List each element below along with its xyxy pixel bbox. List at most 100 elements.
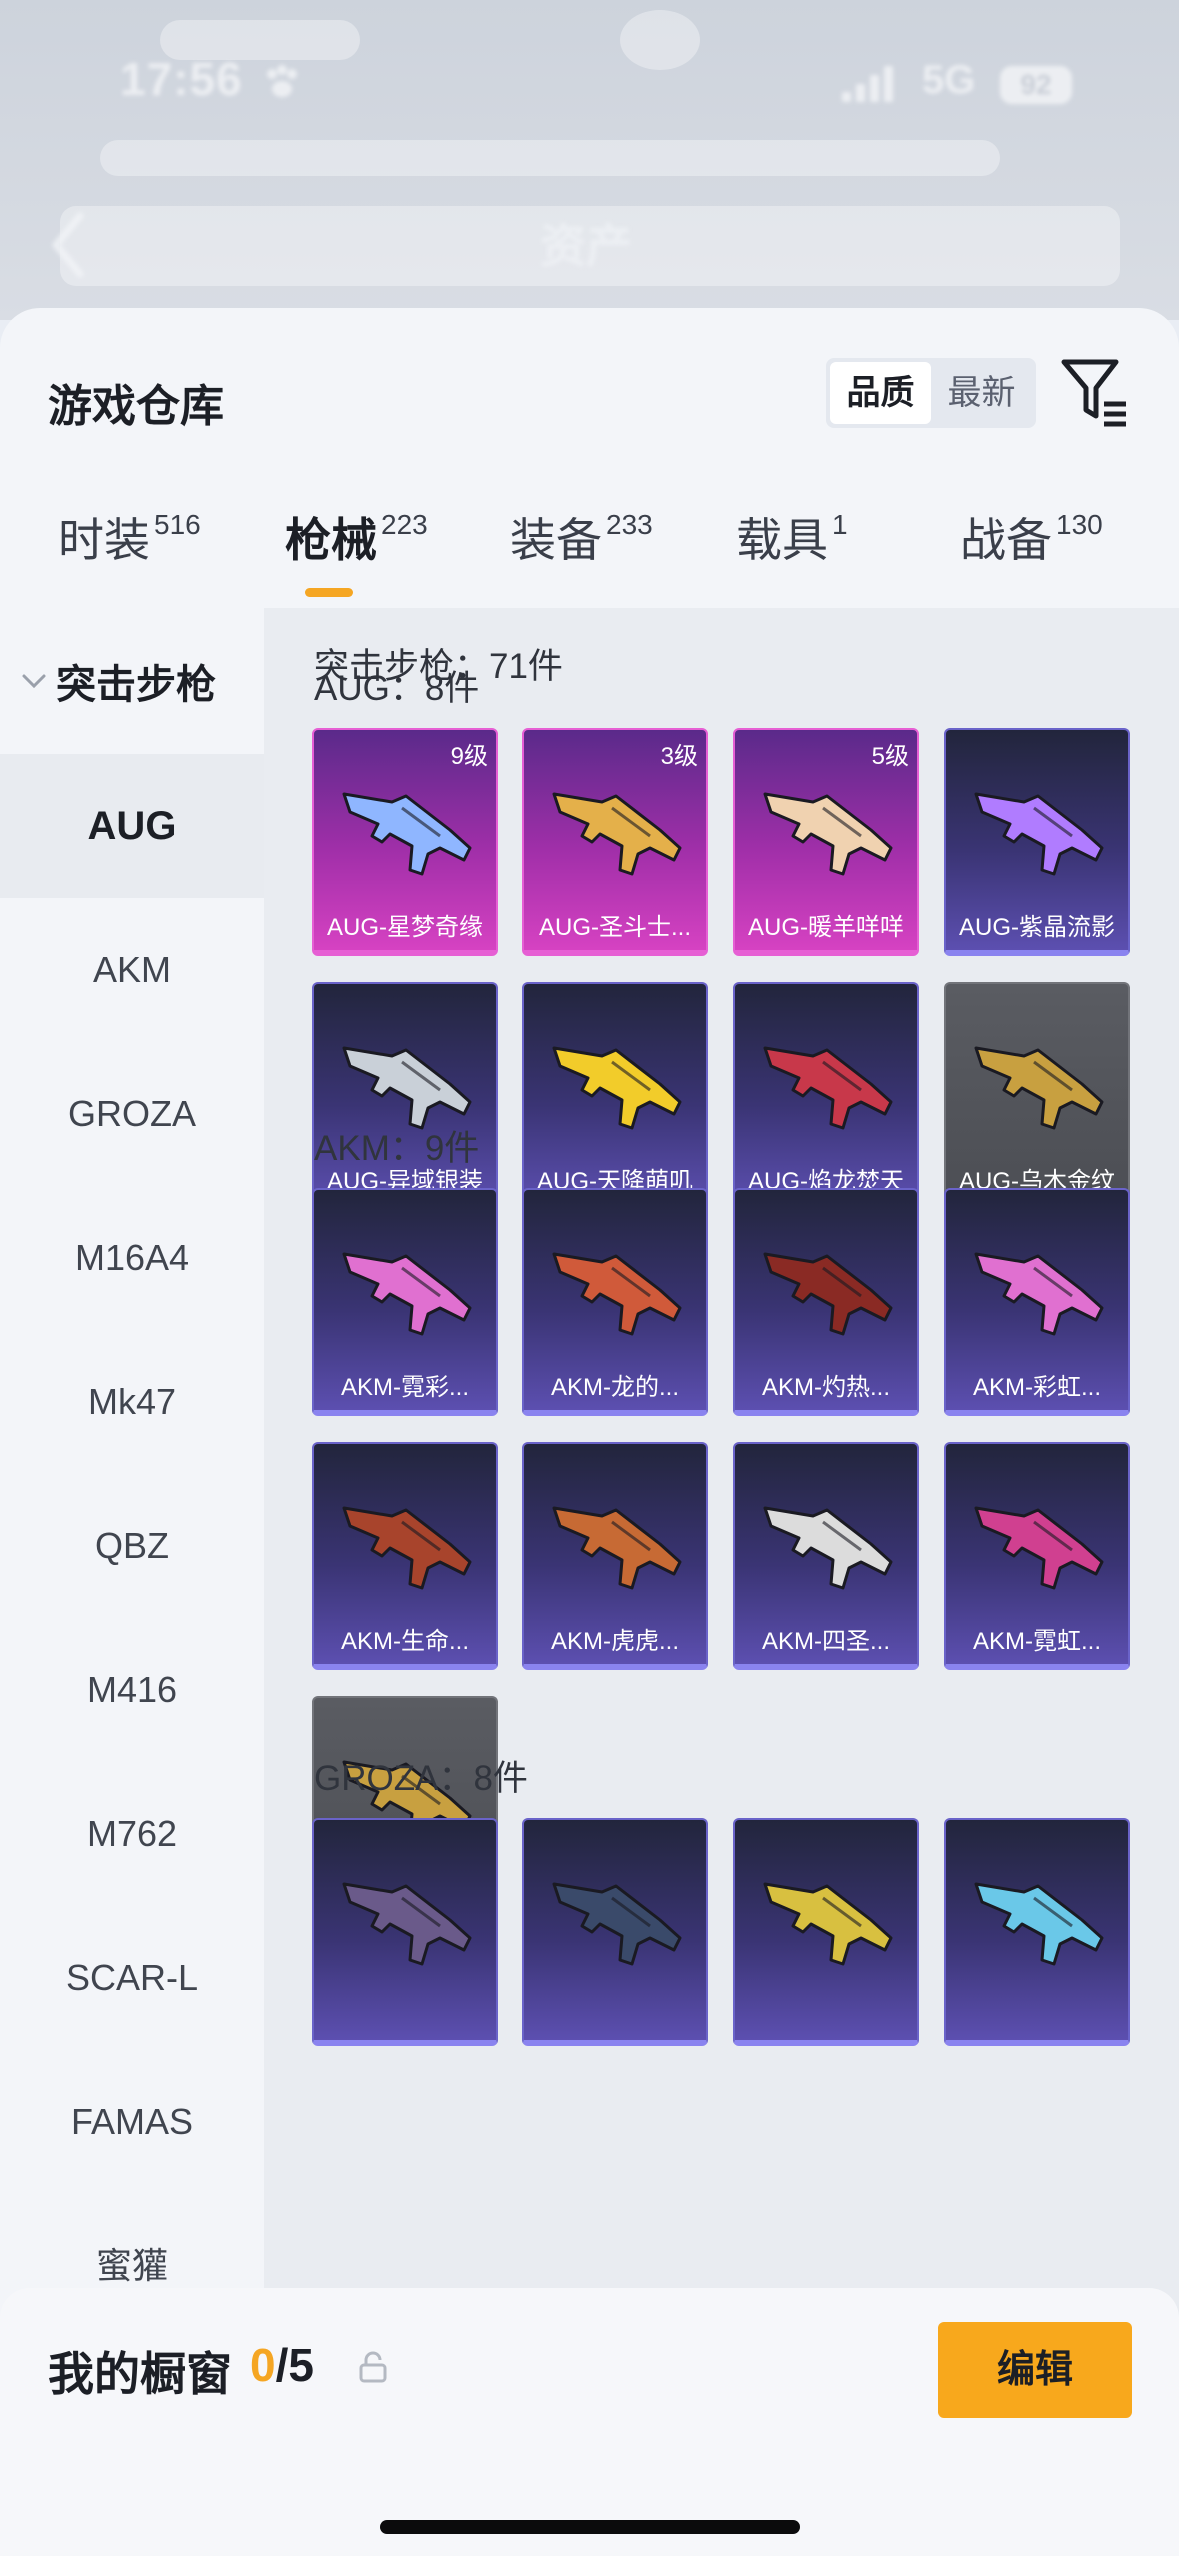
lock-icon <box>359 2351 387 2383</box>
sort-toggle: 品质 最新 <box>826 358 1036 428</box>
tab-count: 130 <box>1056 509 1103 540</box>
skin-card[interactable]: 5级 AUG-暖羊咩咩 <box>733 728 919 956</box>
back-chevron-icon[interactable] <box>48 210 88 280</box>
battery-indicator: 92 <box>1000 66 1072 104</box>
skin-card[interactable]: AKM-灼热... <box>733 1188 919 1416</box>
weapon-skin-icon <box>974 1506 1104 1590</box>
skin-name: AUG-星梦奇缘 <box>327 914 483 941</box>
skin-name: AKM-彩虹... <box>972 1374 1101 1401</box>
weapon-skin-icon <box>552 1046 682 1130</box>
tab-count: 223 <box>381 509 428 540</box>
weapon-sidebar: 突击步枪 AUG AKM GROZA M16A4 Mk47 QBZ M416 M… <box>0 608 264 2556</box>
tab-fashion[interactable]: 时装 516 <box>58 504 201 614</box>
active-tab-indicator <box>305 588 353 597</box>
skin-card[interactable]: AUG-乌木金纹 <box>944 982 1130 1210</box>
tab-firearms[interactable]: 枪械 223 <box>285 504 428 614</box>
sort-newest-option[interactable]: 最新 <box>931 362 1032 424</box>
weapon-skin-icon <box>763 1046 893 1130</box>
skin-card[interactable]: AKM-生命... <box>312 1442 498 1670</box>
skin-name: AKM-虎虎... <box>550 1628 679 1655</box>
showcase-bar: 我的橱窗 0/5 编辑 <box>0 2288 1179 2556</box>
skin-level-badge: 3级 <box>660 743 698 770</box>
sidebar-item-scar-l[interactable]: SCAR-L <box>0 1906 264 2050</box>
sidebar-item-m16a4[interactable]: M16A4 <box>0 1186 264 1330</box>
sidebar-item-akm[interactable]: AKM <box>0 898 264 1042</box>
sidebar-item-qbz[interactable]: QBZ <box>0 1474 264 1618</box>
skin-card[interactable]: AUG-异域银装 <box>312 982 498 1210</box>
sort-quality-option[interactable]: 品质 <box>830 362 931 424</box>
skin-name: AKM-四圣... <box>761 1628 890 1655</box>
skin-name: AKM-霓虹... <box>972 1628 1101 1655</box>
weapon-skin-icon <box>342 792 472 876</box>
tab-vehicles[interactable]: 载具 1 <box>736 504 848 614</box>
skin-card[interactable] <box>312 1818 498 2046</box>
skin-level-badge: 9级 <box>450 743 488 770</box>
sidebar-group-assault-rifles[interactable]: 突击步枪 <box>0 608 264 754</box>
skin-card[interactable] <box>944 1818 1130 2046</box>
skin-card[interactable]: 3级 AUG-圣斗士... <box>522 728 708 956</box>
tab-label: 战备 <box>960 514 1052 566</box>
showcase-label: 我的橱窗 <box>48 2348 232 2400</box>
tab-battle-gear[interactable]: 战备 130 <box>960 504 1103 614</box>
section-title: AUG：8件 <box>314 669 480 708</box>
weapon-skin-icon <box>552 792 682 876</box>
category-tabs: 时装 516 枪械 223 装备 233 载具 1 战备 130 <box>0 504 1179 614</box>
tab-count: 516 <box>154 509 201 540</box>
skin-card[interactable]: AUG-天降萌叽 <box>522 982 708 1210</box>
skin-card[interactable] <box>733 1818 919 2046</box>
home-indicator <box>380 2520 800 2534</box>
section-title: GROZA：8件 <box>314 1759 528 1798</box>
skin-card[interactable]: AKM-霓虹... <box>944 1442 1130 1670</box>
sidebar-item-m416[interactable]: M416 <box>0 1618 264 1762</box>
weapon-skin-icon <box>552 1506 682 1590</box>
network-label: 5G <box>922 58 976 102</box>
weapon-skin-icon <box>974 1046 1104 1130</box>
weapon-skin-icon <box>552 1882 682 1966</box>
warehouse-sheet: 游戏仓库 品质 最新 时装 516 枪械 223 装备 233 载具 1 战备 130 <box>0 308 1179 2556</box>
sidebar-item-famas[interactable]: FAMAS <box>0 2050 264 2194</box>
weapon-skin-icon <box>763 792 893 876</box>
showcase-count-current: 0 <box>250 2339 276 2391</box>
skin-card[interactable]: AUG-焰龙焚天 <box>733 982 919 1210</box>
tab-label: 时装 <box>58 514 150 566</box>
skin-name: AKM-生命... <box>340 1628 469 1655</box>
sidebar-item-aug[interactable]: AUG <box>0 754 264 898</box>
skin-card[interactable]: 9级 AUG-星梦奇缘 <box>312 728 498 956</box>
showcase-count: 0/5 <box>250 2338 314 2392</box>
skin-name: AUG-圣斗士... <box>538 914 691 941</box>
weapon-skin-icon <box>552 1252 682 1336</box>
weapon-skin-icon <box>342 1252 472 1336</box>
skin-card[interactable]: AKM-霓彩... <box>312 1188 498 1416</box>
tab-label: 装备 <box>510 514 602 566</box>
skin-name: AKM-霓彩... <box>340 1374 469 1401</box>
filter-icon[interactable] <box>1060 354 1130 430</box>
status-time: 17:56 <box>120 53 243 105</box>
skin-card[interactable]: AKM-虎虎... <box>522 1442 708 1670</box>
skin-card[interactable]: AKM-龙的... <box>522 1188 708 1416</box>
paw-icon <box>267 65 297 97</box>
tab-equipment[interactable]: 装备 233 <box>510 504 653 614</box>
weapon-skin-icon <box>342 1506 472 1590</box>
sheet-title: 游戏仓库 <box>48 382 224 431</box>
status-bar: 17:56 5G 92 资产 <box>0 0 1179 320</box>
skin-card[interactable]: AKM-彩虹... <box>944 1188 1130 1416</box>
weapon-skin-icon <box>974 1882 1104 1966</box>
weapon-skin-icon <box>763 1252 893 1336</box>
showcase-count-total: /5 <box>275 2339 314 2391</box>
skin-card[interactable]: AUG-紫晶流影 <box>944 728 1130 956</box>
sidebar-item-m762[interactable]: M762 <box>0 1762 264 1906</box>
weapon-skin-icon <box>763 1506 893 1590</box>
edit-button[interactable]: 编辑 <box>938 2322 1132 2418</box>
skin-card[interactable]: AKM-四圣... <box>733 1442 919 1670</box>
skin-name: AUG-暖羊咩咩 <box>748 914 904 941</box>
page-title: 资产 <box>540 220 632 272</box>
section-title: AKM：9件 <box>314 1129 480 1168</box>
sidebar-item-mk47[interactable]: Mk47 <box>0 1330 264 1474</box>
weapon-skin-icon <box>342 1882 472 1966</box>
sidebar-item-groza[interactable]: GROZA <box>0 1042 264 1186</box>
sidebar-group-label: 突击步枪 <box>56 663 216 707</box>
skin-card[interactable] <box>522 1818 708 2046</box>
weapon-skin-icon <box>763 1882 893 1966</box>
skin-grid: 突击步枪：71件 AUG：8件 9级 AUG-星梦奇缘 3级 AUG-圣斗士... 5级 A… <box>264 608 1179 2556</box>
skin-name: AUG-紫晶流影 <box>959 914 1115 941</box>
